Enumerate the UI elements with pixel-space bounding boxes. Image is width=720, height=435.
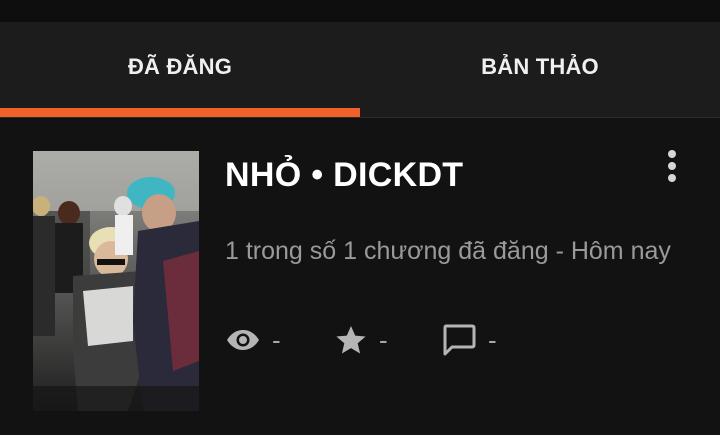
views-stat: - [226, 320, 281, 360]
story-title[interactable]: NHỎ • DICKDT [225, 156, 463, 195]
more-vertical-icon[interactable] [656, 146, 688, 186]
votes-stat: - [335, 320, 388, 360]
views-count: - [272, 324, 281, 355]
votes-count: - [379, 324, 388, 355]
story-publish-status: 1 trong số 1 chương đã đăng - Hôm nay [225, 237, 671, 265]
comments-count: - [488, 324, 497, 355]
tab-drafts[interactable]: BẢN THẢO [360, 22, 720, 118]
story-cover-image[interactable] [33, 151, 199, 411]
comment-icon [443, 324, 476, 356]
tab-drafts-label: BẢN THẢO [481, 54, 599, 79]
tab-published[interactable]: ĐÃ ĐĂNG [0, 22, 360, 118]
tab-bar: ĐÃ ĐĂNG BẢN THẢO [0, 22, 720, 118]
tab-published-label: ĐÃ ĐĂNG [127, 54, 233, 79]
eye-icon [227, 330, 259, 350]
cover-photo-illustration [33, 151, 199, 411]
status-strip [0, 0, 720, 22]
selected-tab-indicator [0, 108, 360, 117]
story-card[interactable]: NHỎ • DICKDT 1 trong số 1 chương đã đăng… [0, 118, 720, 435]
star-icon [336, 326, 366, 354]
comments-stat: - [442, 320, 497, 360]
